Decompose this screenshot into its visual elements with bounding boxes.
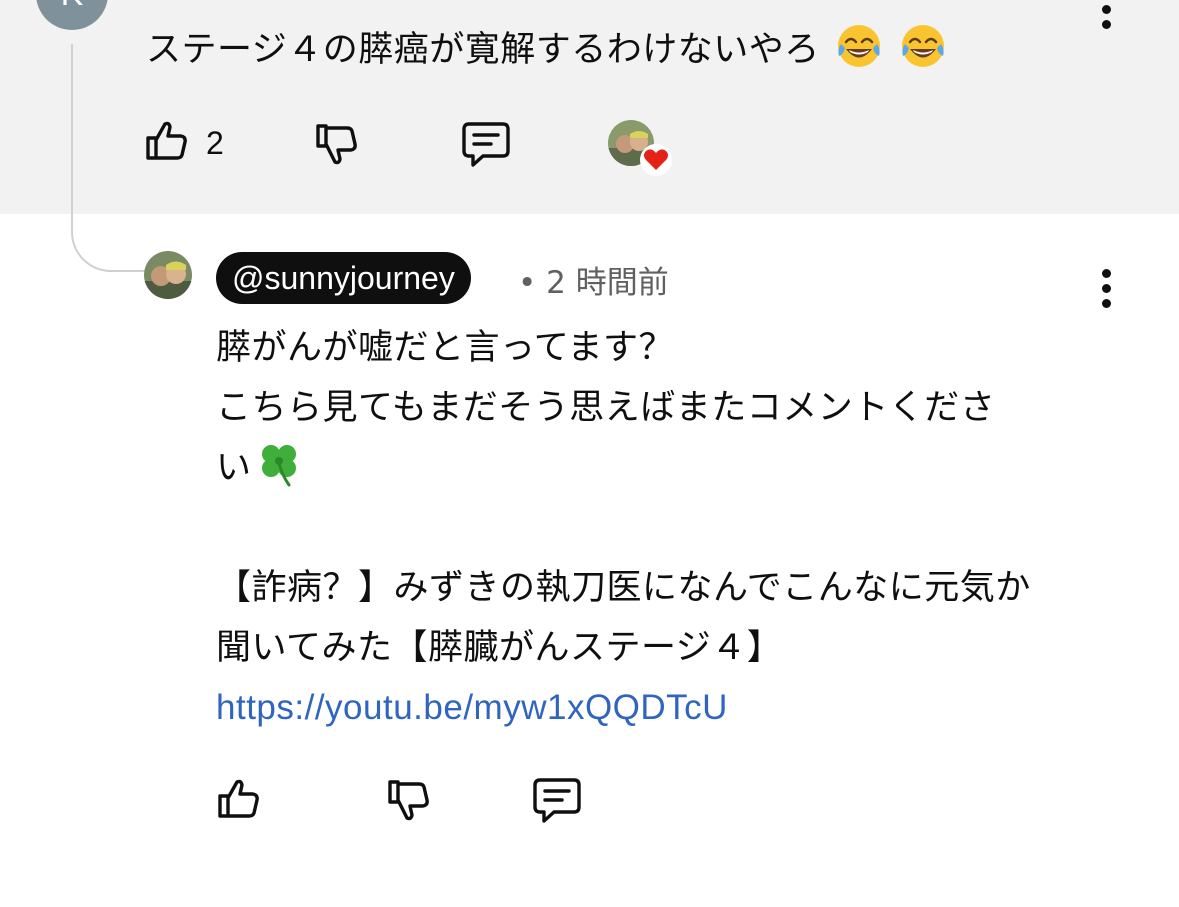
reply-line: い	[216, 448, 252, 488]
reply-line: こちら見てもまだそう思えばまたコメントくださ	[216, 388, 996, 428]
like-count: 2	[206, 125, 224, 161]
thread-connector	[71, 44, 145, 272]
parent-comment: K ステージ４の膵癌が寛解するわけないやろ 2	[0, 0, 1179, 214]
reply-avatar[interactable]	[144, 251, 192, 299]
thumbs-down-icon[interactable]	[314, 122, 360, 168]
parent-avatar[interactable]: K	[36, 0, 108, 30]
thumbs-up-icon[interactable]	[144, 118, 190, 164]
face-with-tears-of-joy-icon	[902, 25, 945, 67]
video-link[interactable]: https://youtu.be/myw1xQQDTcU	[216, 688, 728, 727]
thumbs-down-icon[interactable]	[386, 778, 432, 824]
reply-line: 膵がんが嘘だと言ってます？	[216, 328, 675, 368]
reply-comment-icon[interactable]	[532, 776, 582, 824]
reply-line-last: い	[216, 438, 1096, 498]
heart-icon	[640, 144, 672, 176]
parent-comment-body: ステージ４の膵癌が寛解するわけないやろ	[146, 30, 820, 70]
reply-comment-icon[interactable]	[461, 120, 511, 168]
reply-author-handle[interactable]: @sunnyjourney	[216, 252, 471, 304]
reply-line: 【詐病？】みずきの執刀医になんでこんなに元気か	[216, 568, 1031, 608]
parent-more-options-icon[interactable]	[1101, 0, 1111, 35]
reply-timestamp: • 2 時間前	[518, 265, 669, 301]
thumbs-up-icon[interactable]	[216, 776, 262, 822]
reply-more-options-icon[interactable]	[1101, 269, 1111, 314]
parent-comment-text: ステージ４の膵癌が寛解するわけないやろ	[146, 22, 947, 73]
reply-body: 膵がんが嘘だと言ってます？ こちら見てもまだそう思えばまたコメントくださ い 【…	[216, 318, 1096, 738]
creator-heart	[608, 120, 672, 176]
reply-line: 聞いてみた【膵臓がんステージ４】	[216, 628, 783, 668]
four-leaf-clover-icon	[261, 445, 296, 487]
face-with-tears-of-joy-icon	[838, 25, 881, 67]
